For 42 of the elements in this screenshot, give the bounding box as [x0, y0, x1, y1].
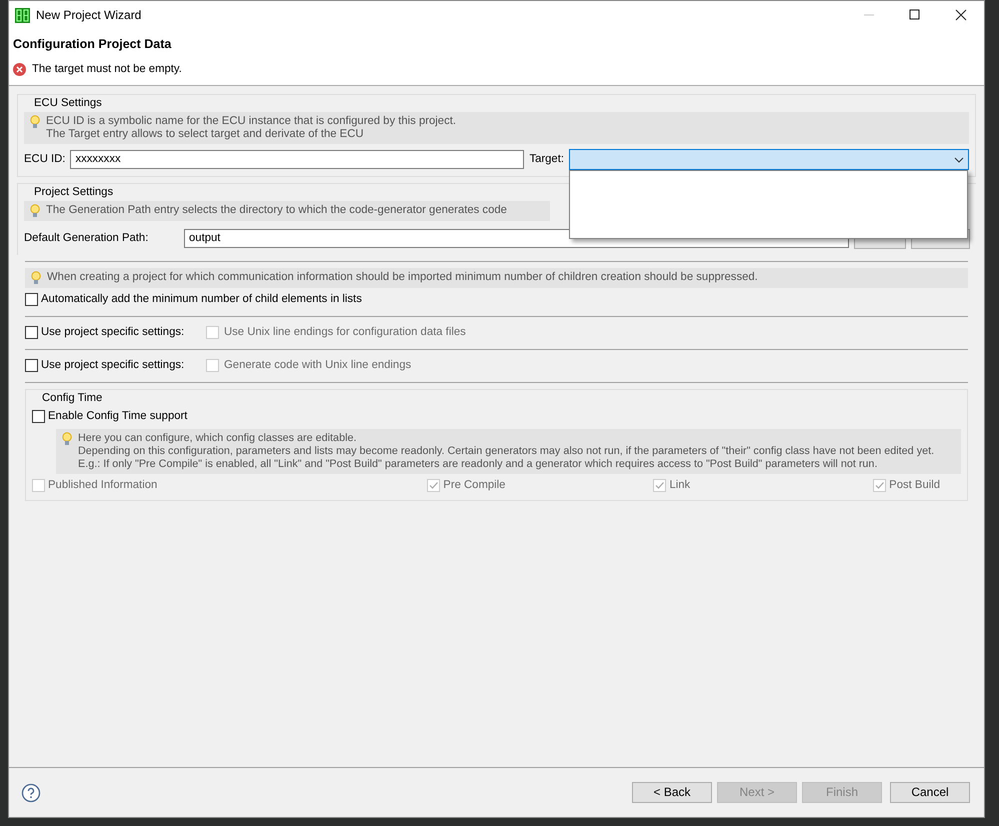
field-label: Default Generation Path: — [24, 231, 150, 246]
chevron-icon — [954, 156, 964, 163]
lightbulb-icon — [30, 114, 40, 129]
dropdown-list[interactable] — [568, 170, 968, 240]
error-message: The target must not be empty. — [32, 62, 182, 77]
checkbox[interactable] — [32, 410, 45, 424]
help-icon[interactable] — [21, 782, 41, 802]
checkbox[interactable] — [25, 293, 38, 306]
back-button[interactable]: < Back — [632, 782, 712, 803]
checkbox-label: Post Build — [889, 478, 940, 494]
lightbulb-icon — [62, 432, 72, 446]
cancel-button[interactable]: Cancel — [890, 782, 970, 803]
checkbox-label: Use project specific settings: — [41, 358, 186, 374]
group-title: Project Settings — [33, 184, 114, 199]
checkbox-label: Published Information — [48, 478, 158, 494]
lightbulb-icon — [31, 270, 41, 285]
ecu-id-field[interactable]: xxxxxxxx — [70, 150, 524, 170]
checkbox-label: Enable Config Time support — [48, 409, 188, 424]
app-icon — [15, 8, 30, 22]
lightbulb-icon — [30, 204, 40, 218]
info-text: When creating a project for which communication information should be imported minimum number of children creation should be suppressed. — [47, 270, 758, 284]
info-text: ECU ID is a symbolic name for the ECU instance that is configured by this project. — [46, 114, 456, 128]
window-title: New Project Wizard — [36, 7, 142, 24]
field-label: Target: — [529, 152, 564, 168]
info-text: Here you can configure, which config classes are editable. — [78, 432, 358, 445]
page-title: Configuration Project Data — [13, 36, 172, 53]
checkbox-label: Use Unix line endings for configuration data files — [224, 325, 466, 340]
checkbox-label: Pre Compile — [443, 478, 506, 494]
checkbox[interactable] — [25, 359, 38, 372]
info-text: Depending on this configuration, parameters and lists may become readonly. Certain generators may also not run, if the parameters of "their" config class have not been edited yet. — [78, 444, 934, 458]
field-label: ECU ID: — [24, 152, 66, 168]
checkbox-label: Generate code with Unix line endings — [224, 358, 412, 374]
checkbox-label: Use project specific settings: — [41, 325, 186, 340]
group-title: Config Time — [41, 390, 104, 405]
info-text: The Generation Path entry selects the directory to which the code-generator generates code — [46, 204, 507, 217]
checkbox[interactable] — [25, 326, 38, 340]
info-text: E.g.: If only "Pre Compile" is enabled, all "Link" and "Post Build" parameters are readonly and a generator which requires access to "Post Build" parameters will not run. — [78, 458, 878, 471]
group-title: ECU Settings — [33, 96, 103, 110]
info-text: The Target entry allows to select target and derivate of the ECU — [46, 128, 365, 141]
checkbox-label: Link — [669, 478, 690, 494]
checkbox-label: Automatically add the minimum number of child elements in lists — [41, 292, 362, 308]
error-icon — [13, 62, 26, 76]
